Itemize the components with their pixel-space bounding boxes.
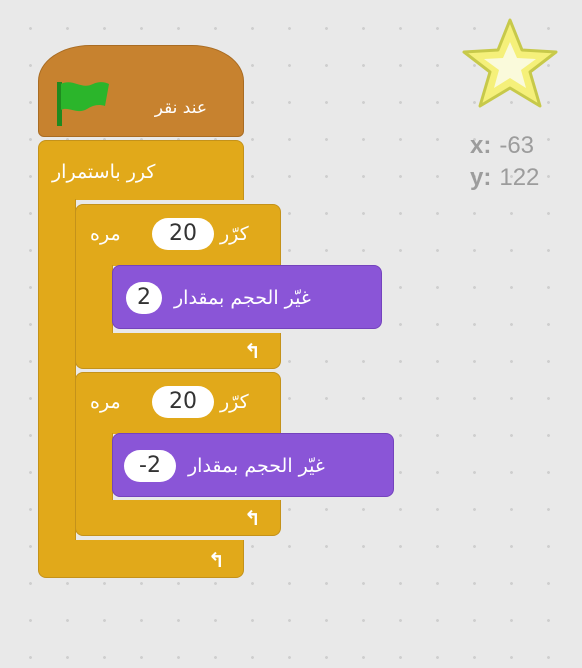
repeat-label-prefix: كرّر — [220, 223, 249, 245]
star-icon[interactable] — [458, 14, 562, 114]
forever-label: كرر باستمرار — [52, 161, 156, 183]
change-size-label: غيّر الحجم بمقدار — [174, 287, 311, 309]
sprite-y-coordinate: y: 122 — [470, 164, 539, 192]
y-value: 122 — [499, 164, 540, 191]
x-label: x: — [470, 132, 492, 159]
forever-block-arm — [38, 199, 76, 543]
repeat-label-suffix: مره — [90, 391, 121, 413]
repeat-count-input[interactable]: 20 — [152, 386, 214, 418]
x-value: -63 — [499, 132, 535, 159]
repeat-block-arm — [75, 265, 113, 335]
repeat-label-suffix: مره — [90, 223, 121, 245]
forever-loop-arrow-icon: ↰ — [208, 548, 225, 572]
change-size-label: غيّر الحجم بمقدار — [188, 455, 325, 477]
sprite-x-coordinate: x: -63 — [470, 132, 534, 160]
y-label: y: — [470, 164, 492, 191]
repeat-loop-arrow-icon: ↰ — [244, 339, 261, 363]
green-flag-icon — [57, 82, 109, 126]
repeat-block-arm — [75, 433, 113, 503]
repeat-loop-arrow-icon: ↰ — [244, 506, 261, 530]
change-size-value-input[interactable]: -2 — [124, 450, 176, 482]
repeat-label-prefix: كرّر — [220, 391, 249, 413]
when-flag-clicked-label: عند نقر — [154, 98, 207, 118]
when-flag-clicked-block[interactable]: عند نقر — [38, 45, 244, 137]
repeat-count-input[interactable]: 20 — [152, 218, 214, 250]
change-size-value-input[interactable]: 2 — [126, 282, 162, 314]
